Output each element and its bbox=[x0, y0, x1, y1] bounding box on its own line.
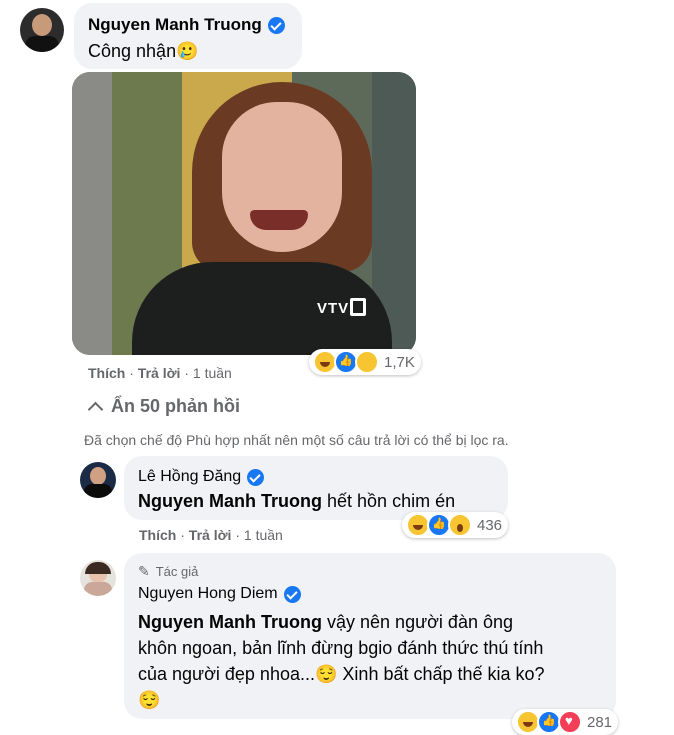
reply-text-line1: vậy nên người đàn ông bbox=[327, 612, 514, 632]
reaction-count: 1,7K bbox=[384, 353, 415, 371]
reaction-count: 436 bbox=[477, 516, 503, 534]
emoji: 😌 bbox=[314, 664, 338, 684]
chevron-up-icon bbox=[87, 401, 104, 418]
timestamp[interactable]: 1 tuần bbox=[193, 365, 232, 381]
verified-icon bbox=[283, 585, 301, 603]
author-badge: ✎ Tác giả bbox=[138, 563, 198, 580]
comment-actions: Thích · Trả lời · 1 tuần bbox=[88, 365, 232, 381]
sad-icon bbox=[355, 350, 379, 374]
reply-text-line3b: Xinh bất chấp thế kia ko? bbox=[342, 664, 545, 684]
reply-bubble: ✎ Tác giả Nguyen Hong Diem Nguyen Manh T… bbox=[124, 553, 616, 719]
avatar[interactable] bbox=[20, 8, 64, 52]
reply-text-line3: của người đẹp nhoa... bbox=[138, 664, 315, 684]
reply-author[interactable]: Lê Hồng Đăng bbox=[138, 468, 241, 486]
watermark: VTV bbox=[317, 300, 350, 317]
reply-button[interactable]: Trả lời bbox=[189, 527, 232, 543]
verified-icon bbox=[267, 16, 285, 34]
like-button[interactable]: Thích bbox=[88, 365, 125, 381]
reply-bubble: Lê Hồng Đăng Nguyen Manh Truong hết hồn … bbox=[124, 456, 508, 520]
reply-button[interactable]: Trả lời bbox=[138, 365, 181, 381]
mention-link[interactable]: Nguyen Manh Truong bbox=[138, 491, 322, 511]
reply-text: hết hồn chim én bbox=[327, 491, 456, 511]
emoji: 🥲 bbox=[176, 41, 199, 61]
comment-bubble: Nguyen Manh Truong Công nhận🥲 bbox=[74, 3, 302, 69]
reaction-summary[interactable]: 1,7K bbox=[309, 349, 421, 375]
avatar[interactable] bbox=[80, 462, 116, 498]
hide-replies-button[interactable]: Ẩn 50 phản hồi bbox=[87, 396, 241, 418]
mention-link[interactable]: Nguyen Manh Truong bbox=[138, 612, 322, 632]
reaction-summary[interactable]: 436 bbox=[402, 512, 509, 538]
reply-author[interactable]: Nguyen Hong Diem bbox=[138, 585, 278, 603]
comment-image[interactable]: VTV bbox=[72, 72, 416, 355]
comment-text: Công nhận bbox=[88, 41, 177, 61]
logo-mark bbox=[350, 298, 366, 316]
like-button[interactable]: Thích bbox=[139, 527, 176, 543]
timestamp[interactable]: 1 tuần bbox=[244, 527, 283, 543]
hide-replies-label: Ẩn 50 phản hồi bbox=[111, 396, 241, 416]
love-icon bbox=[558, 710, 582, 734]
reaction-summary[interactable]: 281 bbox=[512, 709, 619, 735]
filter-notice: Đã chọn chế độ Phù hợp nhất nên một số c… bbox=[84, 432, 509, 448]
verified-icon bbox=[247, 468, 265, 486]
pencil-icon: ✎ bbox=[138, 563, 150, 579]
reply-actions: Thích · Trả lời · 1 tuần bbox=[139, 527, 283, 543]
comment-author[interactable]: Nguyen Manh Truong bbox=[88, 15, 262, 35]
reply-text-line2: khôn ngoan, bản lĩnh đừng bgio đánh thức… bbox=[138, 638, 544, 658]
wow-icon bbox=[448, 513, 472, 537]
avatar[interactable] bbox=[80, 560, 116, 596]
author-badge-label: Tác giả bbox=[155, 564, 199, 579]
